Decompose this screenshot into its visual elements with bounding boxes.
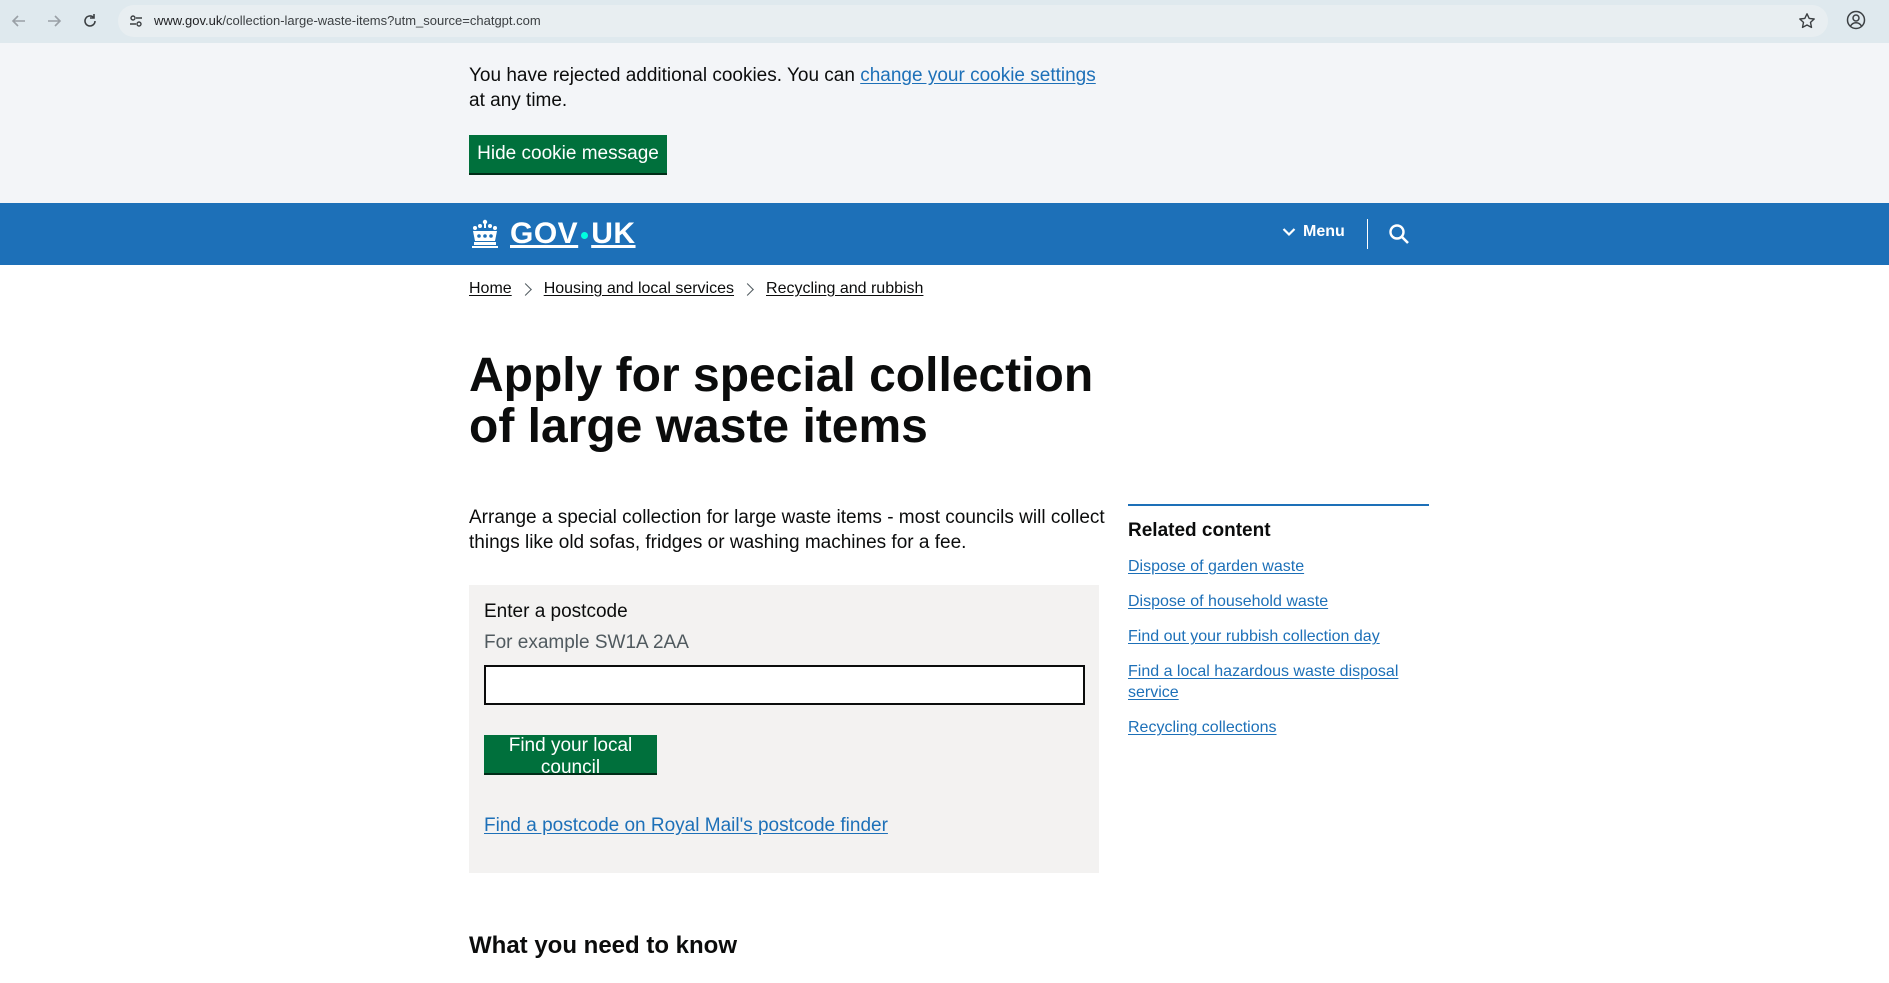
related-link-garden-waste[interactable]: Dispose of garden waste xyxy=(1128,558,1304,575)
govuk-logo[interactable]: GOV UK xyxy=(469,217,636,251)
related-heading: Related content xyxy=(1128,520,1271,541)
govuk-header: GOV UK Menu xyxy=(0,203,1889,265)
postcode-finder-link[interactable]: Find a postcode on Royal Mail's postcode… xyxy=(484,815,888,837)
menu-button[interactable]: Menu xyxy=(1282,223,1345,241)
section-heading: What you need to know xyxy=(469,932,737,959)
related-item: Dispose of garden waste xyxy=(1128,556,1429,577)
url-path: /collection-large-waste-items?utm_source… xyxy=(222,13,541,28)
breadcrumb-home[interactable]: Home xyxy=(469,280,512,298)
postcode-label: Enter a postcode xyxy=(484,601,628,622)
postcode-input[interactable] xyxy=(484,665,1085,705)
govuk-wordmark: GOV UK xyxy=(510,217,636,251)
breadcrumb-housing[interactable]: Housing and local services xyxy=(544,280,734,298)
page-title: Apply for special collection of large wa… xyxy=(469,349,1094,453)
related-item: Recycling collections xyxy=(1128,717,1429,738)
bookmark-star-icon[interactable] xyxy=(1798,12,1816,30)
breadcrumb-chevron-icon xyxy=(518,282,532,296)
site-info-icon[interactable] xyxy=(128,13,144,29)
logo-dot xyxy=(581,231,589,239)
header-divider xyxy=(1367,219,1368,249)
related-link-recycling[interactable]: Recycling collections xyxy=(1128,719,1277,736)
related-content: Related content Dispose of garden waste … xyxy=(1128,504,1429,752)
postcode-hint: For example SW1A 2AA xyxy=(484,632,689,653)
hide-cookie-message-button[interactable]: Hide cookie message xyxy=(469,135,667,173)
crown-icon xyxy=(472,219,498,248)
address-url: www.gov.uk/collection-large-waste-items?… xyxy=(154,13,541,28)
page-intro: Arrange a special collection for large w… xyxy=(469,507,1105,553)
related-item: Find a local hazardous waste disposal se… xyxy=(1128,661,1429,703)
related-link-collection-day[interactable]: Find out your rubbish collection day xyxy=(1128,628,1380,645)
related-item: Find out your rubbish collection day xyxy=(1128,626,1429,647)
logo-text-gov: GOV xyxy=(510,217,579,250)
cookie-text-end: at any time. xyxy=(469,90,568,111)
search-icon[interactable] xyxy=(1388,223,1410,245)
address-bar[interactable]: www.gov.uk/collection-large-waste-items?… xyxy=(118,5,1828,37)
breadcrumb-recycling[interactable]: Recycling and rubbish xyxy=(766,280,923,298)
related-link-household-waste[interactable]: Dispose of household waste xyxy=(1128,593,1328,610)
reload-icon[interactable] xyxy=(78,9,102,33)
cookie-message: You have rejected additional cookies. Yo… xyxy=(469,63,1109,113)
breadcrumb: Home Housing and local services Recyclin… xyxy=(469,280,923,298)
browser-toolbar: www.gov.uk/collection-large-waste-items?… xyxy=(0,0,1889,43)
related-list: Dispose of garden waste Dispose of house… xyxy=(1128,556,1429,738)
cookie-banner: You have rejected additional cookies. Yo… xyxy=(0,43,1889,203)
logo-text-uk: UK xyxy=(591,217,636,250)
chevron-down-icon xyxy=(1282,228,1296,237)
back-icon[interactable] xyxy=(7,9,31,33)
forward-icon[interactable] xyxy=(42,9,66,33)
postcode-form: Enter a postcode For example SW1A 2AA Fi… xyxy=(469,585,1099,873)
cookie-text-start: You have rejected additional cookies. Yo… xyxy=(469,65,861,86)
related-item: Dispose of household waste xyxy=(1128,591,1429,612)
find-council-button[interactable]: Find your local council xyxy=(484,735,657,778)
cookie-settings-link[interactable]: change your cookie settings xyxy=(860,65,1096,86)
breadcrumb-chevron-icon xyxy=(741,282,754,296)
url-host: www.gov.uk xyxy=(154,13,223,28)
profile-icon[interactable] xyxy=(1846,10,1866,30)
related-link-hazardous-waste[interactable]: Find a local hazardous waste disposal se… xyxy=(1128,663,1398,701)
menu-label: Menu xyxy=(1303,223,1345,240)
